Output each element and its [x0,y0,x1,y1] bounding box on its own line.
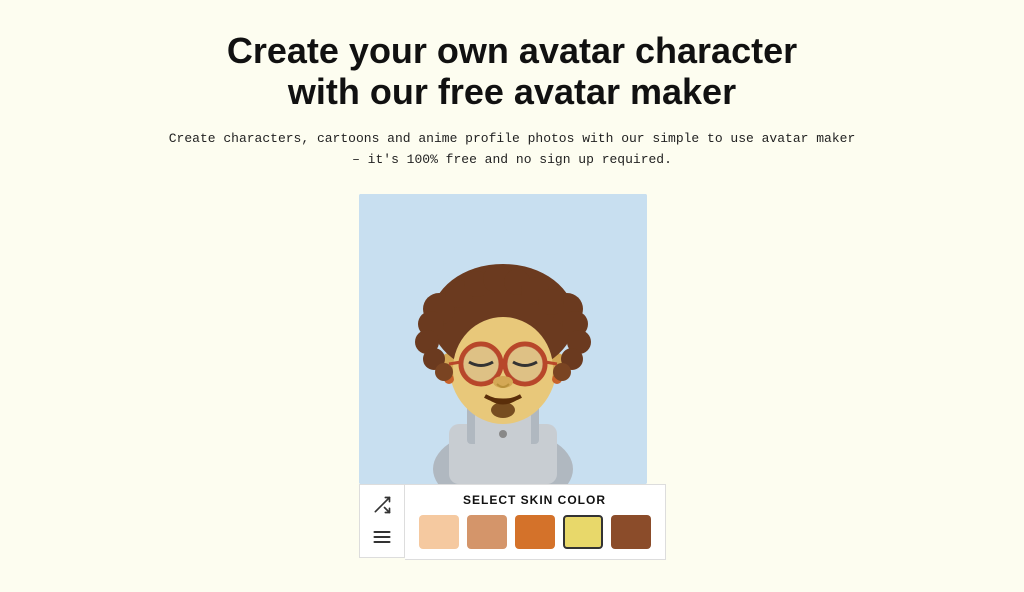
controls-row: SELECT SKIN COLOR [359,484,666,560]
skin-swatch-tan[interactable] [467,515,507,549]
skin-swatches [419,515,651,549]
page-subtitle: Create characters, cartoons and anime pr… [162,129,862,171]
shuffle-button[interactable] [368,491,396,519]
avatar-frame [359,194,647,484]
skin-swatch-yellow[interactable] [563,515,603,549]
skin-color-label: SELECT SKIN COLOR [419,493,651,507]
skin-panel: SELECT SKIN COLOR [405,484,666,560]
skin-swatch-orange[interactable] [515,515,555,549]
skin-swatch-brown[interactable] [611,515,651,549]
avatar-container: SELECT SKIN COLOR [359,194,666,560]
skin-swatch-light[interactable] [419,515,459,549]
menu-button[interactable] [368,523,396,551]
icon-buttons [359,484,405,558]
page-title: Create your own avatar character with ou… [227,30,797,113]
avatar-svg [359,194,647,484]
